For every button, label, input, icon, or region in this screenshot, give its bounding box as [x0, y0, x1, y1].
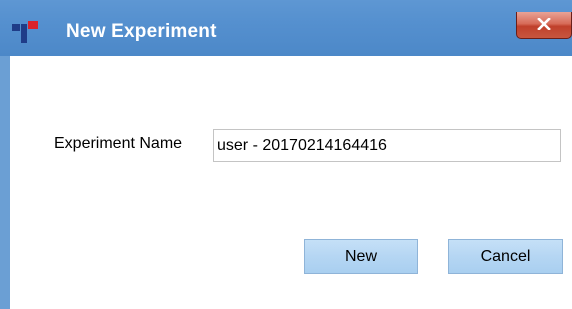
cancel-button[interactable]: Cancel	[448, 239, 563, 274]
close-button[interactable]	[516, 12, 572, 39]
experiment-name-input[interactable]	[213, 129, 561, 162]
close-icon	[537, 18, 551, 30]
new-button[interactable]: New	[304, 239, 418, 274]
window-title: New Experiment	[66, 21, 217, 42]
experiment-name-label: Experiment Name	[54, 135, 183, 152]
title-bar[interactable]: New Experiment	[0, 0, 572, 56]
new-experiment-dialog: New Experiment Experiment Name New Cance…	[0, 0, 572, 309]
tecan-logo-icon	[12, 21, 42, 43]
